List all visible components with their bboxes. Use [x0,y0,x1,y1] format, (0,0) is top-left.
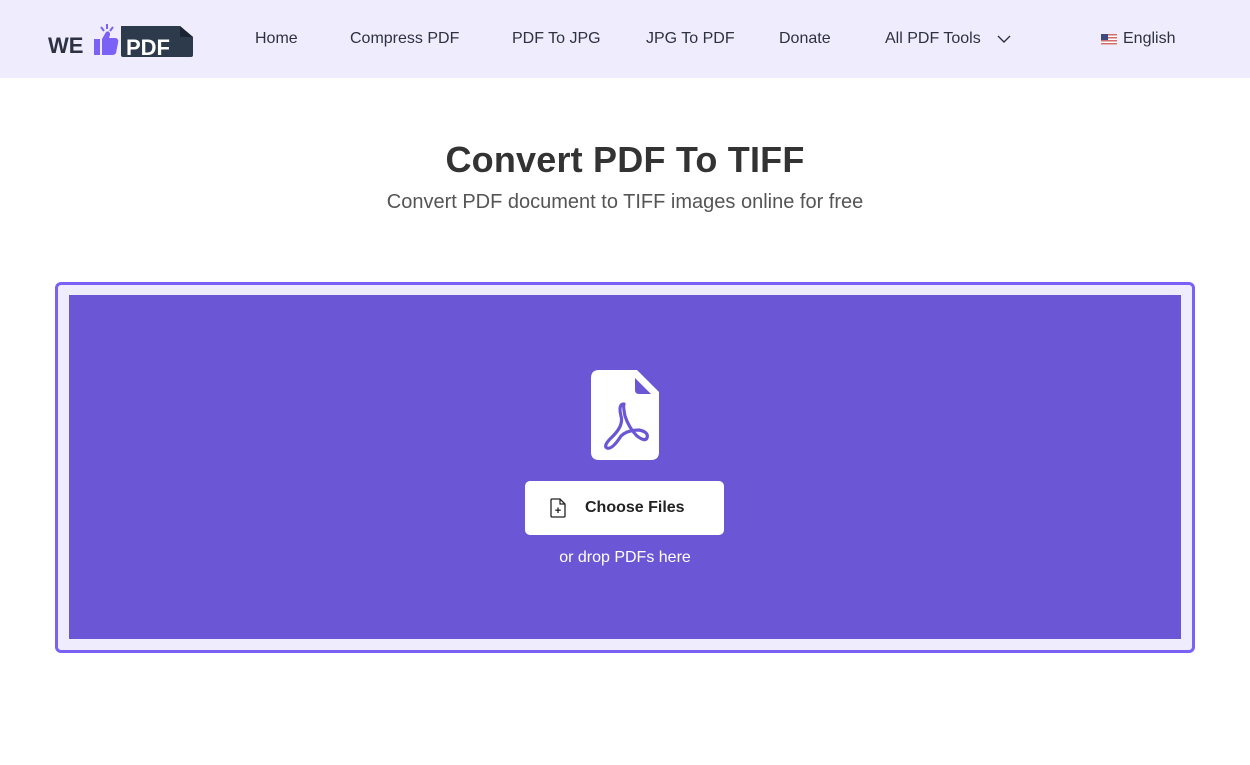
nav-donate[interactable]: Donate [779,29,831,49]
chevron-down-icon [997,35,1011,43]
page-title: Convert PDF To TIFF [445,139,805,180]
file-plus-icon [550,498,566,518]
nav-all-pdf-tools-label: All PDF Tools [885,30,981,47]
upload-dropzone-frame: Choose Files or drop PDFs here [55,282,1195,653]
logo-text-we: WE [48,33,83,58]
nav-pdf-to-jpg[interactable]: PDF To JPG [512,29,601,49]
nav-all-pdf-tools[interactable]: All PDF Tools [885,29,1011,49]
choose-files-button[interactable]: Choose Files [525,481,724,535]
page-subtitle: Convert PDF document to TIFF images onli… [386,191,864,213]
logo[interactable]: WE PDF [48,22,194,58]
language-label: English [1123,30,1176,47]
us-flag-icon [1101,33,1117,45]
drop-hint: or drop PDFs here [559,549,691,566]
upload-dropzone[interactable]: Choose Files or drop PDFs here [69,295,1181,639]
language-selector[interactable]: English [1101,29,1175,49]
nav-jpg-to-pdf[interactable]: JPG To PDF [646,29,735,49]
choose-files-label: Choose Files [585,499,685,516]
pdf-file-icon [591,370,659,460]
site-header: WE PDF Home Compress PDF PDF To JPG JPG … [0,0,1250,78]
nav-compress-pdf[interactable]: Compress PDF [350,29,459,49]
thumbs-up-icon [94,24,119,55]
pdf-badge: PDF [121,26,193,58]
nav-home[interactable]: Home [255,29,298,49]
logo-text-pdf: PDF [126,35,170,58]
